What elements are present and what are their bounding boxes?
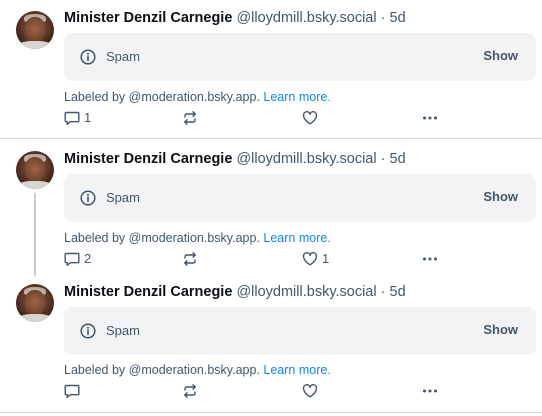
repost-icon bbox=[184, 252, 196, 266]
label-name: Spam bbox=[106, 190, 140, 205]
post-actions: 2 1 bbox=[64, 250, 534, 268]
thread-connector bbox=[34, 193, 36, 276]
more-options-button[interactable] bbox=[422, 109, 438, 127]
post-divider bbox=[0, 412, 542, 413]
post-time[interactable]: 5d bbox=[390, 284, 406, 300]
repost-button[interactable] bbox=[182, 250, 202, 268]
heart-icon bbox=[302, 110, 318, 125]
post-actions bbox=[64, 382, 534, 400]
like-button[interactable]: 1 bbox=[302, 250, 329, 268]
more-icon bbox=[423, 116, 437, 120]
content-warning[interactable]: Spam Show bbox=[64, 33, 536, 81]
avatar[interactable] bbox=[16, 151, 54, 189]
labeled-by-note: Labeled by @moderation.bsky.app. Learn m… bbox=[64, 230, 331, 246]
labeled-by-text: Labeled by @moderation.bsky.app. bbox=[64, 90, 260, 104]
avatar[interactable] bbox=[16, 284, 54, 322]
reply-icon bbox=[64, 384, 80, 398]
reply-icon bbox=[64, 252, 80, 266]
learn-more-link[interactable]: Learn more. bbox=[263, 231, 330, 245]
more-options-button[interactable] bbox=[422, 250, 438, 268]
like-button[interactable] bbox=[302, 109, 322, 127]
post-header: Minister Denzil Carnegie @lloydmill.bsky… bbox=[64, 150, 406, 168]
reply-button[interactable] bbox=[64, 382, 84, 400]
more-icon bbox=[423, 257, 437, 261]
author-handle[interactable]: @lloydmill.bsky.social bbox=[236, 151, 376, 167]
labeled-by-note: Labeled by @moderation.bsky.app. Learn m… bbox=[64, 362, 331, 378]
post-3[interactable]: Minister Denzil Carnegie @lloydmill.bsky… bbox=[0, 279, 542, 412]
heart-icon bbox=[302, 383, 318, 398]
heart-icon bbox=[302, 251, 318, 266]
info-icon bbox=[80, 49, 96, 65]
like-button[interactable] bbox=[302, 382, 322, 400]
post-header: Minister Denzil Carnegie @lloydmill.bsky… bbox=[64, 283, 406, 301]
more-icon bbox=[423, 389, 437, 393]
repost-icon bbox=[184, 111, 196, 125]
more-options-button[interactable] bbox=[422, 382, 438, 400]
post-1[interactable]: Minister Denzil Carnegie @lloydmill.bsky… bbox=[0, 0, 542, 138]
like-count: 1 bbox=[322, 251, 330, 266]
separator: · bbox=[380, 151, 386, 167]
post-actions: 1 bbox=[64, 109, 534, 127]
repost-button[interactable] bbox=[182, 382, 202, 400]
info-icon bbox=[80, 323, 96, 339]
reply-button[interactable]: 1 bbox=[64, 109, 91, 127]
learn-more-link[interactable]: Learn more. bbox=[263, 363, 330, 377]
reply-icon bbox=[64, 111, 80, 125]
author-handle[interactable]: @lloydmill.bsky.social bbox=[236, 10, 376, 26]
labeled-by-text: Labeled by @moderation.bsky.app. bbox=[64, 363, 260, 377]
separator: · bbox=[380, 284, 386, 300]
repost-button[interactable] bbox=[182, 109, 202, 127]
reply-count: 2 bbox=[84, 251, 92, 266]
show-button[interactable]: Show bbox=[483, 48, 518, 64]
label-name: Spam bbox=[106, 49, 140, 64]
info-icon bbox=[80, 190, 96, 206]
post-2[interactable]: Minister Denzil Carnegie @lloydmill.bsky… bbox=[0, 139, 542, 279]
author-name[interactable]: Minister Denzil Carnegie bbox=[64, 10, 232, 26]
content-warning[interactable]: Spam Show bbox=[64, 174, 536, 222]
author-name[interactable]: Minister Denzil Carnegie bbox=[64, 284, 232, 300]
post-time[interactable]: 5d bbox=[390, 151, 406, 167]
reply-count: 1 bbox=[84, 110, 92, 125]
post-feed: Minister Denzil Carnegie @lloydmill.bsky… bbox=[0, 0, 542, 416]
author-handle[interactable]: @lloydmill.bsky.social bbox=[236, 284, 376, 300]
labeled-by-note: Labeled by @moderation.bsky.app. Learn m… bbox=[64, 89, 331, 105]
post-header: Minister Denzil Carnegie @lloydmill.bsky… bbox=[64, 9, 406, 27]
avatar[interactable] bbox=[16, 11, 54, 49]
label-name: Spam bbox=[106, 323, 140, 338]
show-button[interactable]: Show bbox=[483, 189, 518, 205]
reply-button[interactable]: 2 bbox=[64, 250, 91, 268]
labeled-by-text: Labeled by @moderation.bsky.app. bbox=[64, 231, 260, 245]
content-warning[interactable]: Spam Show bbox=[64, 307, 536, 355]
author-name[interactable]: Minister Denzil Carnegie bbox=[64, 151, 232, 167]
learn-more-link[interactable]: Learn more. bbox=[263, 90, 330, 104]
post-time[interactable]: 5d bbox=[390, 10, 406, 26]
separator: · bbox=[380, 10, 386, 26]
show-button[interactable]: Show bbox=[483, 322, 518, 338]
repost-icon bbox=[184, 384, 196, 398]
